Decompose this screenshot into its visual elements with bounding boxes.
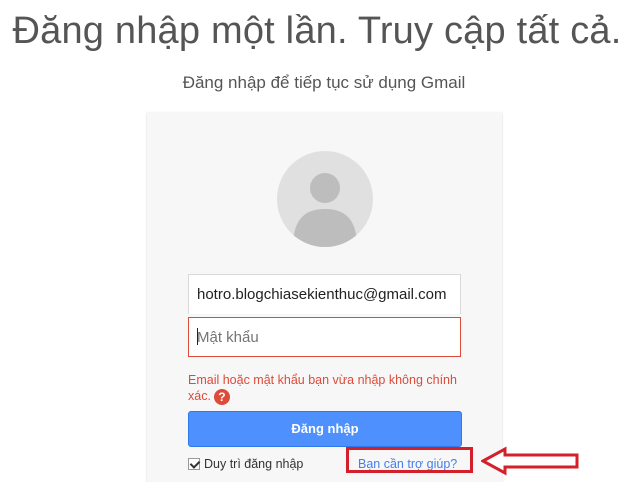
default-user-icon (293, 173, 357, 247)
stay-signed-in[interactable]: Duy trì đăng nhập (188, 457, 303, 471)
help-icon[interactable]: ? (213, 388, 230, 405)
text-cursor (197, 328, 198, 345)
left-arrow-outline-icon (481, 446, 579, 476)
email-field[interactable] (188, 274, 461, 314)
stay-signed-in-checkbox[interactable] (188, 458, 200, 470)
annotation-highlight-box (346, 447, 473, 473)
avatar-icon (277, 151, 373, 247)
page-headline: Đăng nhập một lần. Truy cập tất cả. (12, 10, 622, 52)
error-message: Email hoặc mật khẩu bạn vừa nhập không c… (188, 372, 458, 405)
stay-signed-in-label: Duy trì đăng nhập (204, 457, 304, 471)
page-subtitle: Đăng nhập để tiếp tục sử dụng Gmail (182, 73, 466, 92)
signin-button[interactable]: Đăng nhập (188, 411, 462, 447)
password-field[interactable] (188, 317, 461, 357)
